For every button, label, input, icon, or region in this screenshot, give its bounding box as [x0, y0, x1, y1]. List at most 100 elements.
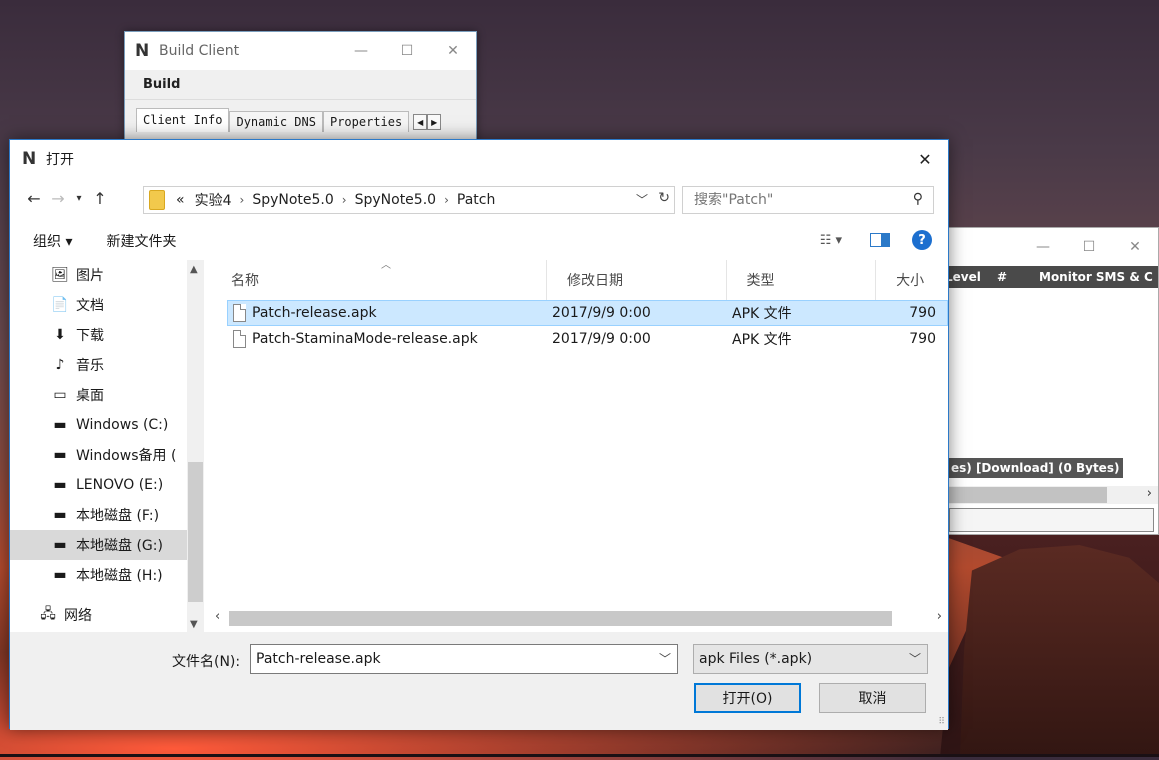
tab-scroll-left-icon[interactable]: ◀ [413, 114, 428, 130]
open-file-dialog: N 打开 ✕ ← → ▾ ↑ « 实验4 › SpyNote5.0 › SpyN… [9, 139, 949, 730]
nav-item-label: Windows (C:) [76, 417, 169, 433]
file-row[interactable]: Patch-StaminaMode-release.apk 2017/9/9 0:… [227, 326, 948, 352]
wallpaper-rock-highlight [960, 545, 1159, 757]
column-type[interactable]: 类型 [727, 260, 877, 300]
refresh-icon[interactable]: ↻ [658, 190, 670, 206]
nav-item-label: 本地磁盘 (H:) [76, 568, 163, 584]
breadcrumb-item[interactable]: Patch [452, 192, 500, 208]
breadcrumb-item[interactable]: 实验4 [190, 190, 237, 210]
grid-header: Level # Monitor SMS & C [945, 266, 1158, 288]
scroll-thumb[interactable] [949, 487, 1107, 503]
scroll-thumb[interactable] [188, 462, 203, 602]
cancel-button[interactable]: 取消 [819, 683, 926, 713]
forward-arrow-icon[interactable]: → [46, 189, 70, 208]
nav-item-label: 图片 [76, 268, 104, 284]
nav-item[interactable]: ▬ 本地磁盘 (G:) [10, 530, 204, 560]
back-arrow-icon[interactable]: ← [22, 189, 46, 208]
recent-locations-chevron-icon[interactable]: ▾ [70, 193, 88, 204]
chevron-right-icon[interactable]: › [937, 609, 942, 624]
nav-item[interactable]: ▬ Windows备用 ( [10, 440, 204, 470]
menu-build[interactable]: Build [125, 70, 476, 100]
chevron-down-icon[interactable]: ﹀ [636, 191, 648, 208]
breadcrumb-separator-icon[interactable]: › [339, 193, 350, 207]
file-icon [233, 330, 246, 348]
nav-item-label: 文档 [76, 298, 104, 314]
file-type-select[interactable]: apk Files (*.apk) ﹀ [693, 644, 928, 674]
address-bar[interactable]: « 实验4 › SpyNote5.0 › SpyNote5.0 › Patch … [143, 186, 675, 214]
tab-dynamic-dns[interactable]: Dynamic DNS [229, 111, 323, 132]
nav-item[interactable]: ▭ 桌面 [10, 380, 204, 410]
nav-item[interactable]: ▬ 本地磁盘 (F:) [10, 500, 204, 530]
chevron-down-icon[interactable]: ﹀ [909, 650, 921, 667]
breadcrumb-separator-icon[interactable]: › [237, 193, 248, 207]
organize-button[interactable]: 组织 ▾ [33, 231, 72, 251]
search-icon[interactable]: ⚲ [913, 191, 923, 207]
search-box[interactable]: ⚲ [682, 186, 934, 214]
nav-item-label: 网络 [64, 608, 92, 624]
filename-field[interactable]: Patch-release.apk ﹀ [250, 644, 678, 674]
sort-ascending-icon: ︿ [381, 260, 391, 271]
file-icon [233, 304, 246, 322]
files-hscrollbar[interactable]: ‹ › [211, 609, 948, 629]
build-client-titlebar[interactable]: N Build Client — ☐ ✕ [125, 32, 476, 70]
nav-item-network[interactable]: 🖧 网络 [10, 600, 204, 630]
filename-value[interactable]: Patch-release.apk [256, 651, 381, 667]
nav-item[interactable]: ⬇ 下载 [10, 320, 204, 350]
tab-properties[interactable]: Properties [322, 111, 410, 132]
nav-item-icon: ▬ [53, 537, 67, 553]
nav-item[interactable]: 🖼 图片 [10, 260, 204, 290]
file-type-value[interactable]: apk Files (*.apk) [699, 651, 812, 667]
column-name[interactable]: 名称 [211, 260, 548, 300]
grid-col-level[interactable]: Level [945, 270, 989, 284]
close-icon[interactable]: ✕ [902, 140, 948, 178]
file-row[interactable]: Patch-release.apk 2017/9/9 0:00 APK 文件 790 [227, 300, 948, 326]
close-icon[interactable]: ✕ [1112, 228, 1158, 266]
nav-item[interactable]: ▬ 本地磁盘 (H:) [10, 560, 204, 590]
column-size[interactable]: 大小 [876, 260, 948, 300]
nav-scrollbar[interactable]: ▲ ▼ [187, 260, 204, 632]
tab-client-info[interactable]: Client Info [136, 108, 230, 132]
build-client-title: Build Client [159, 43, 240, 59]
nav-item-icon: ⬇ [54, 327, 66, 343]
close-icon[interactable]: ✕ [430, 32, 476, 70]
maximize-icon[interactable]: ☐ [1066, 228, 1112, 266]
new-folder-button[interactable]: 新建文件夹 [106, 231, 176, 251]
nav-item[interactable]: ♪ 音乐 [10, 350, 204, 380]
file-date: 2017/9/9 0:00 [552, 305, 651, 321]
minimize-icon[interactable]: — [338, 32, 384, 70]
chevron-up-icon[interactable]: ▲ [190, 264, 198, 275]
dialog-titlebar[interactable]: N 打开 ✕ [10, 140, 948, 178]
chevron-left-icon[interactable]: ‹ [215, 609, 220, 624]
scroll-thumb[interactable] [229, 611, 892, 626]
up-arrow-icon[interactable]: ↑ [88, 189, 112, 208]
resize-grip-icon[interactable]: ⠿ [938, 717, 945, 727]
chevron-down-icon[interactable]: ▼ [190, 619, 198, 630]
nav-item-icon: ▬ [53, 567, 67, 583]
minimize-icon[interactable]: — [1020, 228, 1066, 266]
breadcrumb-item[interactable]: SpyNote5.0 [247, 192, 338, 208]
view-options-icon[interactable]: ☷ ▾ [820, 233, 842, 248]
nav-item[interactable]: ▬ Windows (C:) [10, 410, 204, 440]
breadcrumb-separator-icon[interactable]: › [441, 193, 452, 207]
column-date[interactable]: 修改日期 [547, 260, 727, 300]
help-icon[interactable]: ? [912, 230, 932, 250]
preview-pane-icon[interactable] [870, 233, 890, 247]
tab-scroll-right-icon[interactable]: ▶ [427, 114, 442, 130]
nav-item[interactable]: ▬ LENOVO (E:) [10, 470, 204, 500]
breadcrumb-overflow[interactable]: « [171, 192, 190, 208]
dialog-footer: 文件名(N): Patch-release.apk ﹀ apk Files (*… [10, 632, 948, 730]
monitor-titlebar[interactable]: — ☐ ✕ [949, 228, 1158, 266]
grid-col-monitor[interactable]: Monitor SMS & C [1039, 270, 1153, 284]
file-size: 790 [909, 305, 936, 321]
open-button[interactable]: 打开(O) [694, 683, 801, 713]
search-input[interactable] [694, 192, 894, 208]
breadcrumb-item[interactable]: SpyNote5.0 [350, 192, 441, 208]
filename-label: 文件名(N): [172, 654, 241, 670]
nav-item[interactable]: 📄 文档 [10, 290, 204, 320]
monitor-input[interactable] [949, 508, 1154, 532]
grid-col-number[interactable]: # [989, 270, 1039, 284]
monitor-hscrollbar[interactable]: › [949, 486, 1158, 504]
chevron-right-icon[interactable]: › [1147, 486, 1152, 501]
chevron-down-icon[interactable]: ﹀ [659, 650, 671, 667]
maximize-icon[interactable]: ☐ [384, 32, 430, 70]
